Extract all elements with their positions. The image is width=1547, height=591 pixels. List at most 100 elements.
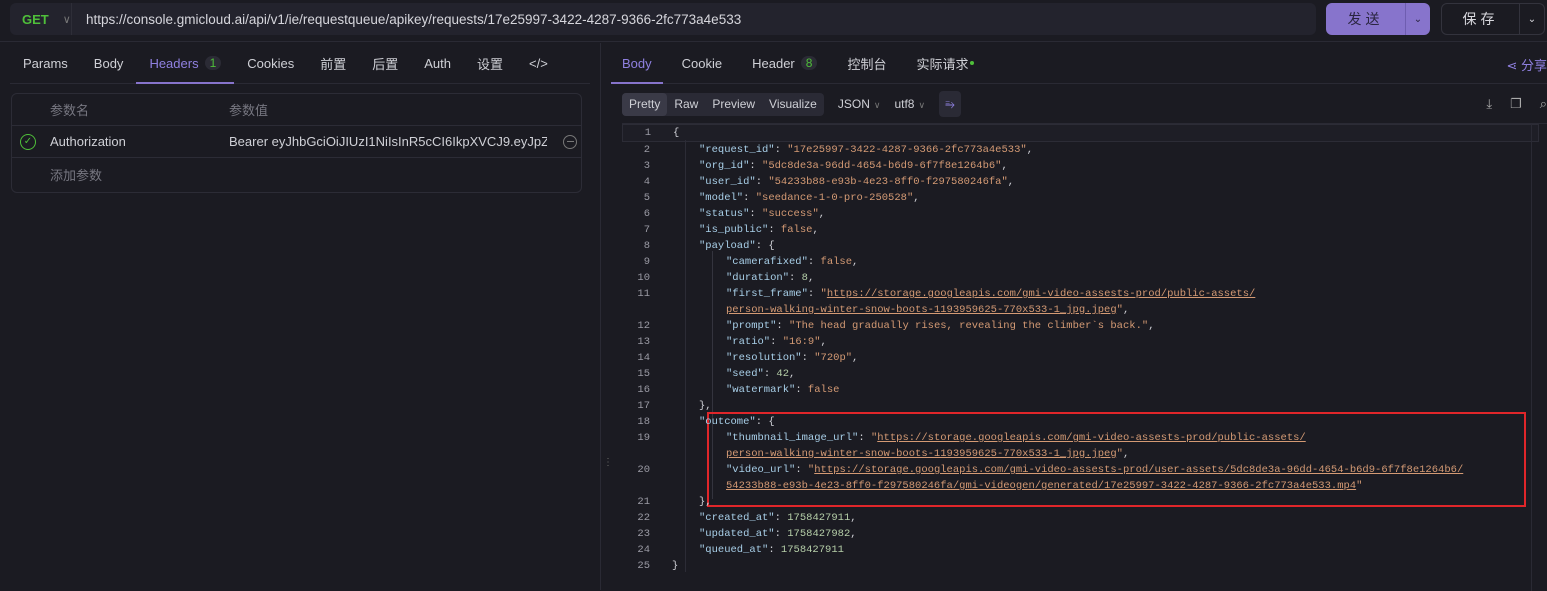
code-token: "org_id": [699, 160, 750, 172]
response-tab[interactable]: 控制台: [836, 43, 897, 83]
code-text: "model": "seedance-1-0-pro-250528",: [650, 190, 920, 206]
code-token: 1758427982: [787, 528, 851, 540]
code-text: }: [650, 558, 678, 574]
code-line: 2 "request_id": "17e25997-3422-4287-9366-…: [622, 142, 1547, 158]
code-token: "5dc8de3a-96dd-4654-b6d9-6f7f8e1264b6": [762, 160, 1002, 172]
code-token: "720p": [814, 352, 853, 364]
share-button[interactable]: ⋖ 分享: [1506, 55, 1547, 74]
send-button[interactable]: 发送 ⌄: [1326, 3, 1430, 35]
code-token: "resolution": [726, 352, 802, 364]
line-number: 20: [637, 464, 650, 476]
add-param-placeholder[interactable]: 添加参数: [50, 165, 102, 184]
headers-table-header: 参数名 参数值: [12, 94, 581, 126]
code-token: false: [820, 256, 853, 268]
header-name[interactable]: Authorization: [50, 134, 126, 149]
code-token: :: [749, 160, 763, 172]
method-select[interactable]: GET ∨: [10, 3, 72, 35]
request-tab-label: </>: [529, 55, 548, 71]
add-param-row[interactable]: 添加参数: [12, 158, 581, 190]
code-text: "thumbnail_image_url": "https://storage.…: [650, 430, 1306, 446]
view-mode-switch: Pretty Raw Preview Visualize: [622, 92, 824, 116]
scrollbar[interactable]: [1531, 124, 1547, 591]
code-token: false: [807, 384, 840, 396]
line-number: 2: [643, 144, 650, 156]
code-token: ,: [807, 272, 815, 284]
check-circle-icon[interactable]: ✓: [20, 133, 36, 150]
request-panel: Params Body Headers 1 Cookies 前置 后置 Auth 设置 </> 参…: [0, 43, 600, 590]
code-text: 54233b88-e93b-4e23-8ff0-f297580246fa/gmi…: [650, 478, 1362, 494]
code-text: "first_frame": "https://storage.googleap…: [650, 286, 1255, 302]
url-input[interactable]: https://console.gmicloud.ai/api/v1/ie/re…: [72, 12, 741, 27]
code-line: 22 "created_at": 1758427911,: [622, 510, 1547, 526]
save-dropdown-chevron-icon[interactable]: ⌄: [1520, 4, 1544, 34]
view-mode-visualize[interactable]: Visualize: [762, 93, 824, 116]
code-text: "camerafixed": false,: [650, 254, 858, 270]
code-token: "first_frame": [726, 288, 808, 300]
encoding-select[interactable]: utf8 ∨: [894, 97, 925, 111]
wrap-lines-icon[interactable]: ⥱: [939, 91, 962, 117]
code-token: https://storage.googleapis.com/gmi-video…: [814, 464, 1464, 476]
code-token: ,: [812, 224, 819, 236]
code-text: "watermark": false: [650, 382, 839, 398]
response-tab[interactable]: Body: [611, 43, 663, 84]
code-text: "updated_at": 1758427982,: [650, 526, 857, 542]
request-tab[interactable]: </>: [516, 43, 561, 83]
code-token: "updated_at": [699, 528, 775, 540]
view-mode-raw[interactable]: Raw: [667, 93, 705, 116]
copy-icon[interactable]: ❐: [1510, 96, 1522, 112]
response-tabs: Body Cookie Header 8 控制台 实际请求 ⋖ 分享: [611, 43, 1547, 84]
request-tab[interactable]: 后置: [359, 43, 411, 83]
code-token: ": [1356, 480, 1363, 492]
line-number: 6: [643, 208, 650, 220]
request-tab-label: Auth: [424, 55, 452, 71]
code-text: },: [650, 494, 712, 510]
code-token: person-walking-winter-snow-boots-1193959…: [726, 448, 1117, 460]
code-token: 42: [776, 368, 790, 380]
code-token: "queued_at": [699, 544, 769, 556]
line-number: [622, 446, 650, 462]
code-token: ,: [852, 352, 859, 364]
request-tab[interactable]: Body: [81, 43, 137, 83]
request-tab[interactable]: Headers 1: [136, 43, 235, 84]
code-line: 3 "org_id": "5dc8de3a-96dd-4654-b6d9-6f7f…: [622, 158, 1547, 174]
response-tab[interactable]: Cookie: [671, 43, 733, 83]
header-value[interactable]: Bearer eyJhbGciOiJIUzI1NiIsInR5cCI6IkpXV…: [229, 134, 547, 149]
code-token: "payload": [699, 240, 756, 252]
headers-table: 参数名 参数值 ✓ Authorization Bearer eyJhbGciO…: [11, 93, 582, 193]
request-tab[interactable]: 设置: [464, 43, 516, 83]
save-button[interactable]: 保存 ⌄: [1441, 3, 1545, 35]
code-token: ,: [1007, 176, 1015, 188]
code-text: "org_id": "5dc8de3a-96dd-4654-b6d9-6f7f8…: [650, 158, 1008, 174]
response-tab[interactable]: 实际请求: [905, 43, 985, 83]
code-text: "status": "success",: [650, 206, 825, 222]
code-line: 12 "prompt": "The head gradually rises, r…: [622, 318, 1547, 334]
response-code-editor[interactable]: 1{2 "request_id": "17e25997-3422-4287-936…: [622, 123, 1547, 591]
remove-circle-icon[interactable]: [563, 134, 577, 149]
request-tab[interactable]: 前置: [307, 43, 359, 83]
code-line: 24 "queued_at": 1758427911: [622, 542, 1547, 558]
response-tab[interactable]: Header 8: [741, 43, 828, 83]
request-tab[interactable]: Auth: [411, 43, 464, 83]
request-tab-label: Params: [23, 55, 68, 71]
view-mode-pretty[interactable]: Pretty: [622, 92, 668, 116]
view-mode-preview[interactable]: Preview: [705, 93, 762, 116]
code-token: "17e25997-3422-4287-9366-2fc773a4e533": [787, 144, 1027, 156]
code-token: ,: [852, 256, 859, 268]
line-number: 1: [644, 127, 651, 139]
code-line: 10 "duration": 8,: [622, 270, 1547, 286]
panel-resize-handle[interactable]: ⋮: [600, 43, 613, 590]
request-tab[interactable]: Cookies: [234, 43, 307, 83]
code-token: },: [699, 496, 712, 508]
code-token: :: [774, 144, 788, 156]
download-icon[interactable]: ⤓: [1486, 96, 1492, 112]
url-box: GET ∨ https://console.gmicloud.ai/api/v1/…: [10, 3, 1316, 35]
format-select[interactable]: JSON ∨: [838, 97, 881, 111]
code-line: 5 "model": "seedance-1-0-pro-250528",: [622, 190, 1547, 206]
search-icon[interactable]: ⌕: [1540, 96, 1547, 112]
share-label: 分享: [1520, 58, 1547, 73]
count-badge: 8: [800, 56, 818, 70]
request-tab[interactable]: Params: [10, 43, 81, 83]
send-dropdown-chevron-icon[interactable]: ⌄: [1406, 3, 1430, 35]
code-token: "54233b88-e93b-4e23-8ff0-f297580246fa": [768, 176, 1008, 188]
status-dot-icon: [970, 61, 975, 65]
